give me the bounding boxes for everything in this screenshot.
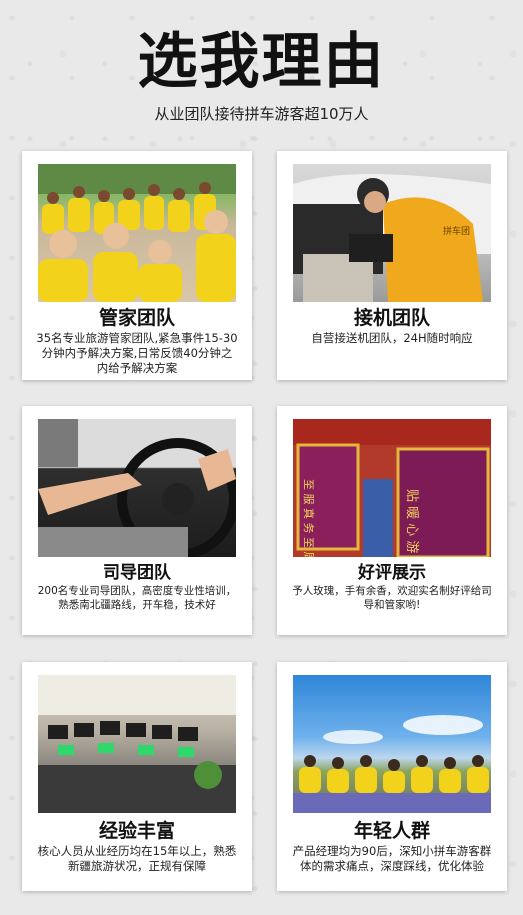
banner-right-text: 贴 暖 心 游 服 客 务 <box>404 489 420 557</box>
team-photo <box>38 164 236 302</box>
banner-left-text: 至 服 真 务 至 周 诚 到 <box>302 479 316 557</box>
card-description: 自营接送机团队，24H随时响应 <box>311 331 473 345</box>
steering-wheel-photo <box>38 419 236 557</box>
card-title: 管家团队 <box>98 307 175 329</box>
banner-photo: 至 服 真 务 至 周 诚 到 贴 暖 心 游 服 客 务 <box>293 419 491 557</box>
card-driver-team: 司导团队 200名专业司导团队，高密度专业性培训，熟悉南北疆路线，开车稳，技术好 <box>22 406 252 635</box>
card-description: 核心人员从业经历均在15年以上，熟悉新疆旅游状况，正规有保障 <box>37 844 237 873</box>
card-pickup-team: 拼车团 接机团队 自营接送机团队，24H随时响应 <box>277 151 507 380</box>
card-description: 予人玫瑰，手有余香，欢迎实名制好评给司导和管家哟! <box>292 585 492 611</box>
card-young-people: 年轻人群 产品经理均为90后，深知小拼车游客群体的需求痛点，深度踩线，优化体验 <box>277 662 507 891</box>
vest-label: 拼车团 <box>443 225 470 237</box>
card-title: 司导团队 <box>103 563 171 583</box>
young-group-photo <box>293 675 491 813</box>
page-subtitle: 从业团队接待拼车游客超10万人 <box>154 105 369 123</box>
card-butler-team: 管家团队 35名专业旅游管家团队,紧急事件15-30分钟内予解决方案,日常反馈4… <box>22 151 252 380</box>
card-description: 200名专业司导团队，高密度专业性培训，熟悉南北疆路线，开车稳，技术好 <box>37 585 237 611</box>
card-description: 产品经理均为90后，深知小拼车游客群体的需求痛点，深度踩线，优化体验 <box>292 844 492 873</box>
card-title: 经验丰富 <box>98 820 175 842</box>
pickup-photo: 拼车团 <box>293 164 491 302</box>
card-title: 接机团队 <box>353 307 430 329</box>
card-experience: 经验丰富 核心人员从业经历均在15年以上，熟悉新疆旅游状况，正规有保障 <box>22 662 252 891</box>
card-title: 好评展示 <box>358 563 426 583</box>
office-photo <box>38 675 236 813</box>
card-description: 35名专业旅游管家团队,紧急事件15-30分钟内予解决方案,日常反馈40分钟之内… <box>36 331 238 375</box>
card-title: 年轻人群 <box>353 820 430 842</box>
card-reviews: 至 服 真 务 至 周 诚 到 贴 暖 心 游 服 客 务 好评展示 予人玫瑰，… <box>277 406 507 635</box>
page-title: 选我理由 <box>137 27 386 97</box>
